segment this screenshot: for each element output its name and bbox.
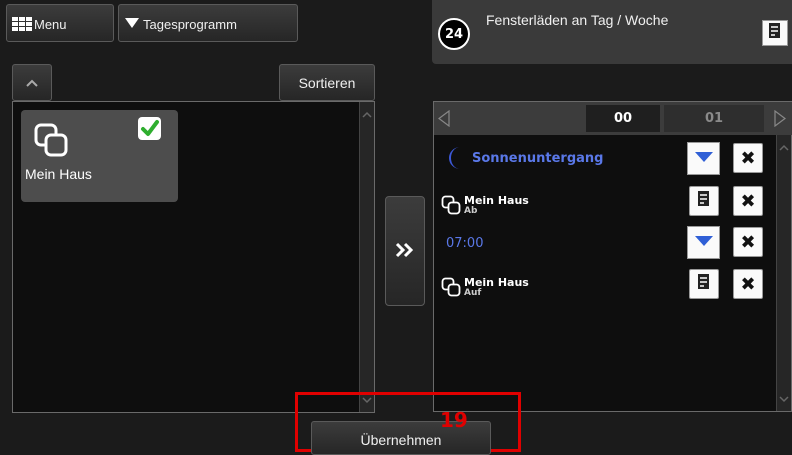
dropdown-button[interactable] bbox=[687, 142, 720, 175]
entry-title: Mein Haus bbox=[464, 193, 529, 207]
close-icon: ✖ bbox=[740, 147, 756, 169]
menu-label: Menu bbox=[34, 17, 67, 32]
sort-label: Sortieren bbox=[298, 74, 356, 91]
delete-button[interactable]: ✖ bbox=[733, 143, 763, 173]
collapse-button[interactable] bbox=[12, 64, 52, 101]
program-dropdown[interactable]: Tagesprogramm bbox=[118, 4, 298, 42]
edit-button[interactable] bbox=[689, 186, 719, 216]
hour-label-0: 00 bbox=[613, 111, 633, 126]
triangle-down-icon bbox=[694, 234, 713, 252]
left-scrollbar[interactable] bbox=[359, 102, 374, 412]
hour-label-1: 01 bbox=[704, 111, 724, 126]
time-label: Sonnenuntergang bbox=[472, 150, 604, 166]
edit-note-icon bbox=[697, 273, 711, 296]
moon-icon bbox=[446, 146, 466, 170]
edit-note-icon bbox=[768, 22, 782, 45]
chevron-up-icon bbox=[26, 75, 38, 90]
schedule-entry-time[interactable]: Sonnenuntergang bbox=[446, 143, 603, 173]
sort-button[interactable]: Sortieren bbox=[279, 64, 375, 101]
time-label: 07:00 bbox=[446, 235, 484, 251]
schedule-entry-time[interactable]: 07:00 bbox=[446, 228, 483, 258]
device-list-panel: Mein Haus bbox=[12, 101, 375, 413]
delete-button[interactable]: ✖ bbox=[733, 227, 763, 257]
schedule-entry-action[interactable]: Mein Haus Auf bbox=[441, 272, 529, 302]
hour-cell-active[interactable]: 00 bbox=[586, 105, 660, 132]
close-icon: ✖ bbox=[740, 231, 756, 253]
house-group-icon bbox=[33, 122, 69, 163]
program-label: Tagesprogramm bbox=[143, 17, 237, 32]
device-label: Mein Haus bbox=[25, 166, 92, 182]
clock-24-icon: 24 bbox=[438, 18, 470, 50]
hour-cell[interactable]: 01 bbox=[664, 105, 764, 132]
schedule-entry-action[interactable]: Mein Haus Ab bbox=[441, 190, 529, 220]
transfer-button[interactable] bbox=[385, 196, 425, 306]
scroll-up-icon[interactable] bbox=[779, 138, 789, 156]
clock-label: 24 bbox=[444, 26, 464, 42]
delete-button[interactable]: ✖ bbox=[733, 186, 763, 216]
house-group-icon bbox=[441, 195, 461, 215]
schedule-title: Fensterläden an Tag / Woche bbox=[486, 12, 669, 28]
triangle-down-icon bbox=[125, 17, 139, 29]
close-icon: ✖ bbox=[740, 273, 756, 295]
scroll-down-icon[interactable] bbox=[779, 390, 789, 408]
schedule-header: 24 Fensterläden an Tag / Woche bbox=[432, 0, 792, 64]
double-chevron-right-icon bbox=[395, 242, 415, 261]
entry-subtitle: Ab bbox=[464, 205, 478, 216]
triangle-down-icon bbox=[694, 150, 713, 168]
entry-title: Mein Haus bbox=[464, 275, 529, 289]
scroll-up-icon[interactable] bbox=[362, 105, 372, 123]
hour-bar: 00 01 bbox=[434, 102, 792, 135]
entry-subtitle: Auf bbox=[464, 287, 482, 298]
device-card[interactable]: Mein Haus bbox=[21, 110, 178, 202]
annotation-number: 19 bbox=[440, 408, 468, 432]
close-icon: ✖ bbox=[740, 190, 756, 212]
check-icon[interactable] bbox=[138, 117, 161, 140]
hour-next-icon[interactable] bbox=[774, 109, 786, 132]
schedule-scrollbar[interactable] bbox=[776, 135, 791, 411]
apply-label: Übernehmen bbox=[360, 432, 442, 448]
edit-schedule-button[interactable] bbox=[762, 20, 788, 46]
house-group-icon bbox=[441, 277, 461, 297]
grid-icon bbox=[12, 17, 32, 31]
edit-button[interactable] bbox=[689, 269, 719, 299]
edit-note-icon bbox=[697, 190, 711, 213]
hour-prev-icon[interactable] bbox=[438, 109, 450, 132]
delete-button[interactable]: ✖ bbox=[733, 269, 763, 299]
dropdown-button[interactable] bbox=[687, 226, 720, 259]
menu-button[interactable]: Menu bbox=[6, 4, 114, 42]
schedule-panel: 00 01 Sonnenuntergang ✖ Mein Haus Ab ✖ 0… bbox=[433, 101, 792, 412]
